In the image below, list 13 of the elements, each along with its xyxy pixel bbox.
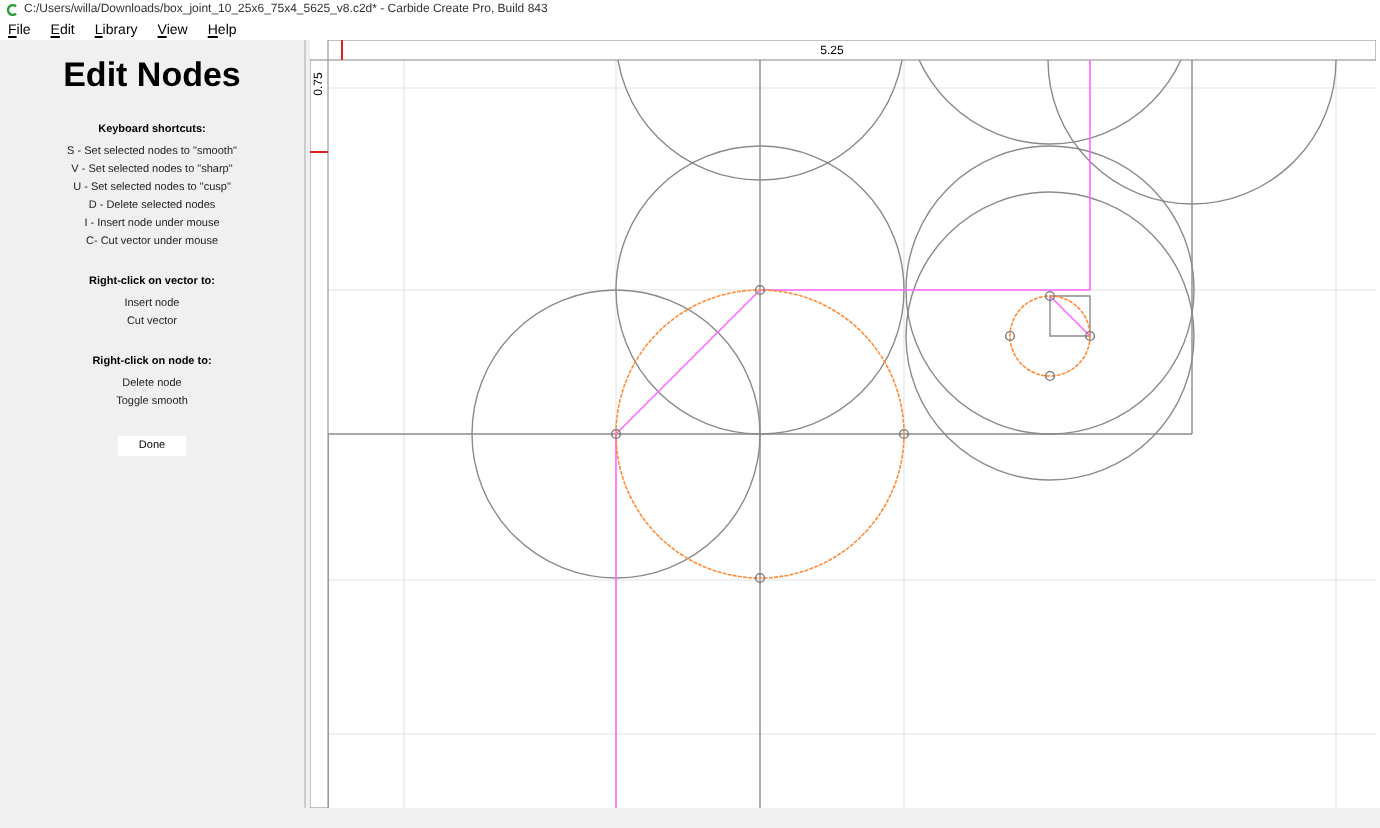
selected-vector[interactable]: [615, 289, 1091, 579]
panel-title: Edit Nodes: [63, 56, 241, 96]
node-handle[interactable]: [898, 428, 910, 440]
node-handle[interactable]: [1044, 290, 1056, 302]
node-handle[interactable]: [754, 284, 766, 296]
node-handle[interactable]: [1044, 370, 1056, 382]
cursor-marker: [341, 40, 343, 61]
node-handle[interactable]: [1004, 330, 1016, 342]
app-logo-icon: [6, 4, 18, 16]
node-handle[interactable]: [1084, 330, 1096, 342]
cursor-marker: [310, 151, 329, 153]
node-handle[interactable]: [754, 572, 766, 584]
node-handle[interactable]: [610, 428, 622, 440]
